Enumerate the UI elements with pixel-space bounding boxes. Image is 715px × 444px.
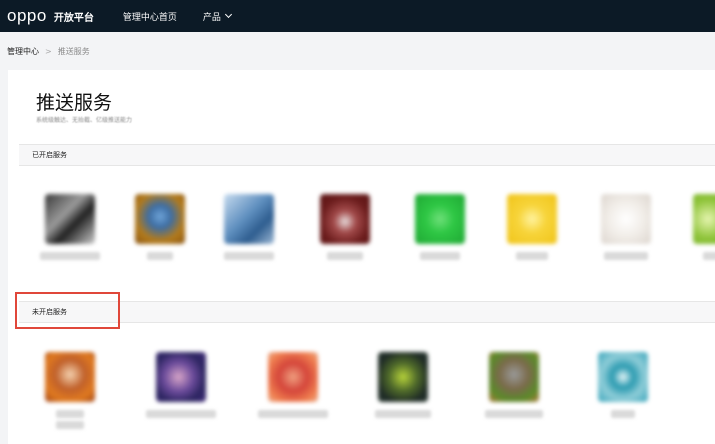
app-name-blurred bbox=[147, 252, 173, 260]
app-icon bbox=[135, 194, 185, 244]
nav-item-label: 管理中心首页 bbox=[122, 12, 177, 23]
page-title: 推送服务 bbox=[36, 92, 113, 114]
app-name-blurred bbox=[420, 252, 460, 260]
top-navbar: oppo 开放平台 管理中心首页 产品 bbox=[0, 0, 715, 32]
app-name-blurred bbox=[611, 410, 635, 418]
highlight-box bbox=[15, 292, 120, 329]
page-subtitle: 系统级触达、无抬截、亿级推送能力 bbox=[36, 117, 133, 124]
breadcrumb: 管理中心 > 推送服务 bbox=[0, 33, 715, 70]
app-icon bbox=[693, 194, 715, 244]
app-icon bbox=[45, 194, 95, 244]
app-icon bbox=[45, 352, 95, 402]
app-icon bbox=[601, 194, 651, 244]
app-item[interactable] bbox=[583, 352, 663, 418]
app-icon bbox=[489, 352, 539, 402]
app-icon bbox=[598, 352, 648, 402]
app-item[interactable] bbox=[253, 352, 333, 418]
app-icon bbox=[320, 194, 370, 244]
oppo-logo: oppo bbox=[7, 6, 47, 25]
app-name-blurred bbox=[146, 410, 216, 418]
app-item[interactable] bbox=[141, 352, 221, 418]
content-card: 推送服务 系统级触达、无抬截、亿级推送能力 已开启服务 未开启服务 bbox=[8, 70, 715, 444]
app-icon bbox=[268, 352, 318, 402]
app-name-blurred bbox=[258, 410, 328, 418]
breadcrumb-home-link[interactable]: 管理中心 bbox=[7, 46, 39, 57]
app-icon bbox=[378, 352, 428, 402]
section-label: 已开启服务 bbox=[32, 151, 67, 159]
main-nav: 管理中心首页 产品 bbox=[123, 10, 257, 23]
app-name-blurred bbox=[604, 252, 648, 260]
section-header-enabled: 已开启服务 bbox=[19, 144, 715, 166]
breadcrumb-current: 推送服务 bbox=[57, 47, 90, 56]
app-item[interactable] bbox=[305, 194, 385, 260]
app-item[interactable] bbox=[30, 352, 110, 429]
chevron-down-icon bbox=[224, 10, 232, 19]
nav-item-products[interactable]: 产品 bbox=[202, 10, 232, 23]
app-name-blurred bbox=[224, 252, 274, 260]
app-name-blurred bbox=[516, 252, 548, 260]
app-item[interactable] bbox=[363, 352, 443, 418]
breadcrumb-separator-icon: > bbox=[45, 47, 52, 56]
app-icon bbox=[415, 194, 465, 244]
app-item[interactable] bbox=[678, 194, 715, 260]
nav-item-label: 产品 bbox=[202, 12, 221, 23]
app-name-blurred bbox=[56, 421, 84, 429]
logo[interactable]: oppo 开放平台 bbox=[7, 6, 94, 26]
app-item[interactable] bbox=[209, 194, 289, 260]
app-name-blurred bbox=[40, 252, 100, 260]
app-item[interactable] bbox=[492, 194, 572, 260]
app-icon bbox=[507, 194, 557, 244]
app-item[interactable] bbox=[400, 194, 480, 260]
app-name-blurred bbox=[485, 410, 543, 418]
app-item[interactable] bbox=[30, 194, 110, 260]
app-item[interactable] bbox=[474, 352, 554, 418]
nav-item-management-home[interactable]: 管理中心首页 bbox=[123, 10, 177, 23]
app-icon bbox=[156, 352, 206, 402]
app-name-blurred bbox=[327, 252, 363, 260]
app-name-blurred bbox=[703, 252, 715, 260]
app-name-blurred bbox=[56, 410, 84, 418]
app-name-blurred bbox=[375, 410, 431, 418]
platform-name: 开放平台 bbox=[53, 12, 94, 24]
app-item[interactable] bbox=[120, 194, 200, 260]
app-icon bbox=[224, 194, 274, 244]
app-item[interactable] bbox=[586, 194, 666, 260]
section-header-disabled: 未开启服务 bbox=[19, 301, 715, 323]
